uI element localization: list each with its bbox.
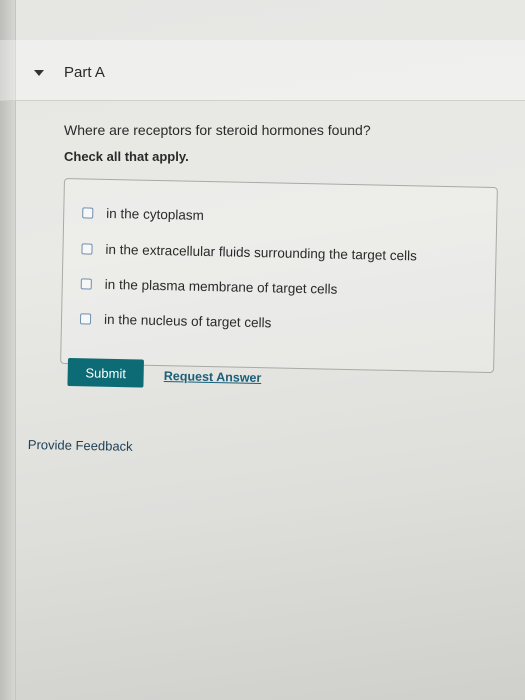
question-text: Where are receptors for steroid hormones… (64, 122, 371, 138)
option-label[interactable]: in the extracellular fluids surrounding … (105, 242, 417, 264)
option-plasma-membrane[interactable]: in the plasma membrane of target cells (80, 276, 338, 297)
provide-feedback-link[interactable]: Provide Feedback (28, 437, 133, 454)
instruction-text: Check all that apply. (64, 149, 189, 164)
submit-button[interactable]: Submit (67, 358, 144, 388)
checkbox[interactable] (82, 207, 94, 219)
caret-down-icon[interactable] (34, 70, 44, 76)
checkbox[interactable] (80, 278, 92, 290)
screen-edge (0, 0, 15, 700)
part-title[interactable]: Part A (64, 64, 105, 81)
request-answer-link[interactable]: Request Answer (164, 369, 262, 385)
answer-options-box: in the cytoplasm in the extracellular fl… (60, 178, 498, 374)
option-label[interactable]: in the cytoplasm (106, 206, 204, 223)
option-label[interactable]: in the plasma membrane of target cells (105, 277, 338, 297)
option-cytoplasm[interactable]: in the cytoplasm (82, 205, 204, 223)
option-extracellular-fluids[interactable]: in the extracellular fluids surrounding … (81, 241, 417, 263)
option-label[interactable]: in the nucleus of target cells (104, 312, 272, 331)
checkbox[interactable] (79, 313, 92, 325)
checkbox[interactable] (81, 243, 93, 255)
left-divider (15, 0, 16, 700)
option-nucleus[interactable]: in the nucleus of target cells (79, 311, 272, 331)
